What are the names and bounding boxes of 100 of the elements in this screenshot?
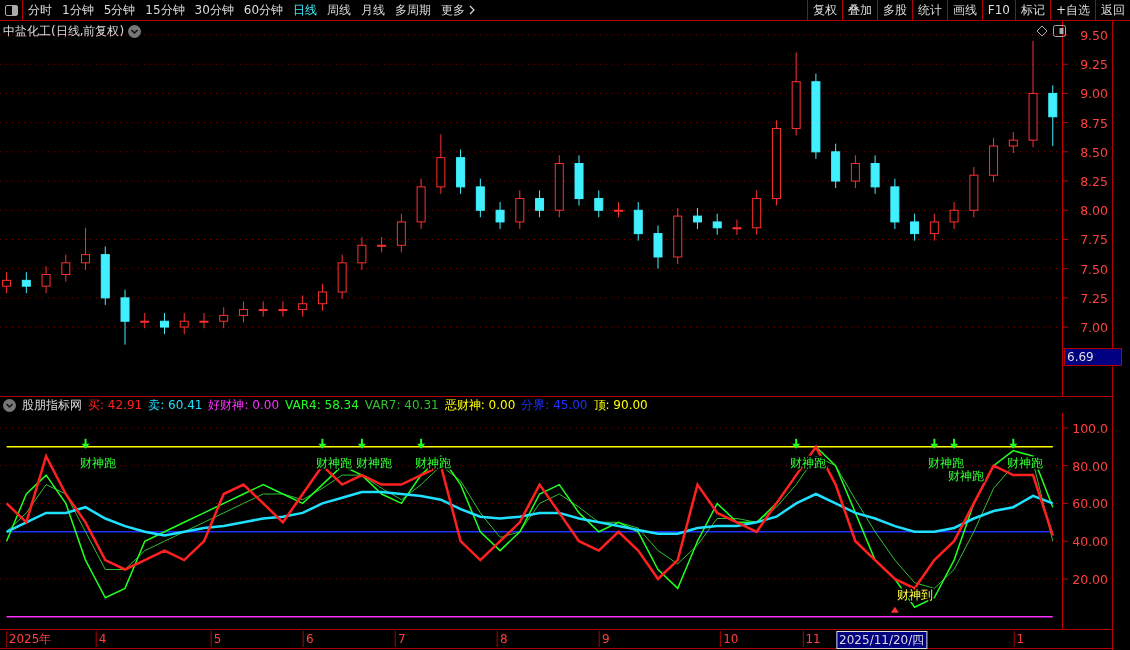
candlestick [692, 207, 702, 230]
legend-value: VAR7: 40.31 [364, 398, 439, 412]
candlestick [396, 213, 406, 253]
axis-tick-label: 20.00 [1072, 571, 1108, 587]
period-tab[interactable]: 1分钟 [57, 0, 99, 20]
period-tab[interactable]: 分时 [23, 0, 57, 20]
date-label: 11 [802, 631, 823, 647]
axis-tick-label: 8.00 [1080, 203, 1108, 219]
axis-tick-label: 9.25 [1080, 57, 1108, 73]
more-button[interactable]: 更多 [436, 0, 482, 20]
candlestick [278, 300, 288, 318]
candlestick [436, 133, 446, 195]
candlestick [160, 312, 169, 335]
down-arrow-icon [357, 437, 366, 449]
candlestick [870, 154, 880, 195]
diamond-icon[interactable] [1036, 25, 1048, 37]
legend-value: 分界: 45.00 [521, 396, 588, 414]
candlestick [653, 224, 663, 270]
date-label: 10 [720, 631, 741, 647]
toolbar-button[interactable]: 统计 [911, 0, 947, 20]
axis-tick-label: 7.25 [1080, 290, 1108, 306]
candlestick [752, 189, 762, 236]
toolbar-button[interactable]: 画线 [946, 0, 982, 20]
candlestick [140, 312, 150, 329]
chevron-right-icon [468, 4, 477, 16]
period-tab[interactable]: 5分钟 [98, 0, 141, 20]
candlestick [199, 312, 209, 329]
candlestick [179, 312, 189, 335]
candlestick [61, 254, 71, 282]
chevron-down-icon[interactable] [128, 25, 142, 38]
candlestick [732, 219, 742, 236]
period-tab[interactable]: 15分钟 [140, 0, 190, 20]
candlestick [337, 254, 347, 300]
period-tab[interactable]: 60分钟 [238, 0, 289, 20]
signal-label: 财神跑 [355, 455, 392, 470]
candlestick [890, 178, 900, 230]
toolbar-button[interactable]: F10 [981, 0, 1015, 20]
period-tab[interactable]: 月线 [356, 0, 391, 20]
candlestick [929, 213, 939, 242]
candlestick [1048, 84, 1058, 147]
axis-tick-label: 7.50 [1080, 261, 1108, 277]
candlestick [317, 283, 327, 312]
down-arrow-icon [792, 437, 801, 449]
axis-tick-label: 9.50 [1080, 28, 1108, 43]
axis-tick-label: 9.00 [1080, 86, 1108, 102]
candlestick [416, 178, 426, 230]
legend-value: 买: 42.91 [88, 396, 143, 414]
candlestick [850, 154, 860, 189]
panel-toggle-icon[interactable] [1053, 25, 1066, 37]
date-label: 8 [497, 631, 510, 647]
date-label: 2025年 [5, 631, 54, 647]
date-label: 2025/11/20/四 [836, 631, 928, 649]
candlestick [219, 306, 229, 329]
indicator-name: 股朋指标网 [22, 396, 82, 414]
legend-value: 恶财神: 0.00 [444, 396, 516, 414]
date-label: 5 [210, 631, 224, 647]
period-tab[interactable]: 30分钟 [189, 0, 239, 20]
signal-label: 财神跑 [948, 468, 985, 483]
candlestick [41, 265, 51, 294]
toolbar-button[interactable]: +自选 [1049, 0, 1095, 20]
toolbar-button[interactable]: 标记 [1014, 0, 1050, 20]
date-label: 7 [395, 631, 408, 647]
toolbar-button[interactable]: 返回 [1095, 0, 1130, 20]
date-label: 6 [302, 631, 316, 647]
candlestick [475, 178, 485, 218]
candlestick [515, 189, 525, 230]
signal-label: 财神跑 [79, 455, 116, 470]
legend-value: VAR4: 58.34 [285, 398, 359, 412]
candlestick [1008, 131, 1018, 154]
candlestick [357, 236, 367, 271]
date-label: 1 [1013, 631, 1027, 647]
candlestick [100, 245, 110, 306]
signal-label: 财神跑 [928, 455, 965, 470]
axis-tick-label: 7.75 [1080, 232, 1108, 248]
candlestick [831, 143, 841, 189]
candlestick [614, 201, 623, 218]
toolbar-button[interactable]: 叠加 [841, 0, 877, 20]
toolbar-button[interactable]: 多股 [876, 0, 912, 20]
up-arrow-icon [890, 606, 899, 613]
candlestick [81, 227, 91, 271]
axis-tick-label: 8.75 [1080, 115, 1108, 131]
candlestick [21, 271, 31, 294]
period-tab[interactable]: 日线 [288, 0, 323, 20]
axis-tick-label: 60.00 [1072, 496, 1108, 512]
down-arrow-icon [930, 437, 939, 449]
candlestick [258, 300, 268, 318]
period-tab[interactable]: 周线 [322, 0, 357, 20]
down-arrow-icon [417, 437, 426, 449]
candlestick [535, 189, 545, 218]
candlestick [989, 137, 999, 183]
down-arrow-icon [950, 437, 959, 449]
candlestick [495, 201, 505, 230]
axis-tick-label: 8.50 [1080, 144, 1108, 160]
chart-title: 中盐化工(日线,前复权) [3, 23, 125, 40]
cursor-price-label: 6.69 [1064, 348, 1122, 366]
toolbar-button[interactable]: 复权 [806, 0, 842, 20]
period-tab[interactable]: 多周期 [390, 0, 437, 20]
down-arrow-icon [318, 437, 327, 449]
axis-tick-label: 80.00 [1072, 458, 1108, 474]
chevron-down-icon[interactable] [3, 398, 16, 412]
